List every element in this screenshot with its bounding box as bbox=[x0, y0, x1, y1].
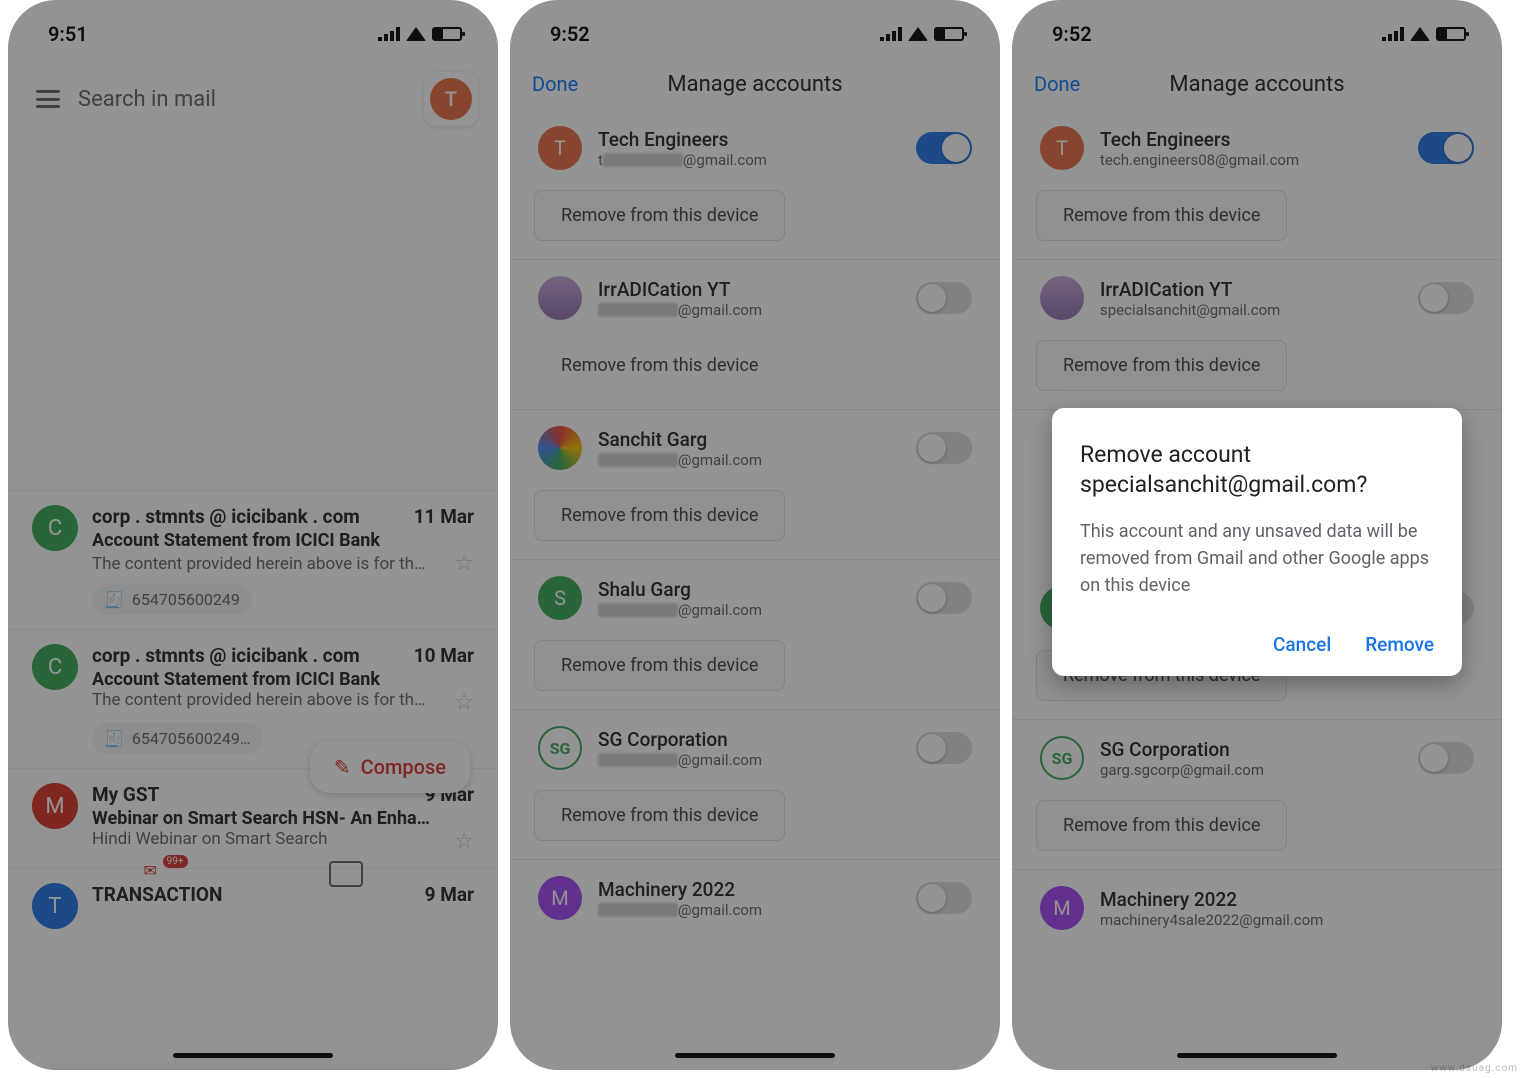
status-bar: 9:52 bbox=[510, 0, 1000, 54]
remove-device-button[interactable]: Remove from this device bbox=[534, 340, 785, 391]
account-toggle[interactable] bbox=[916, 882, 972, 914]
account-avatar bbox=[538, 276, 582, 320]
battery-icon bbox=[934, 27, 964, 41]
phone-screen-2: 9:52 Done Manage accounts T Tech Enginee… bbox=[510, 0, 1000, 1070]
account-row[interactable]: IrrADICation YT@gmail.com bbox=[530, 260, 980, 336]
account-avatar bbox=[1040, 276, 1084, 320]
compose-button[interactable]: ✎ Compose bbox=[310, 741, 470, 793]
watermark: www.dsuag.com bbox=[1431, 1063, 1518, 1074]
mail-tab-icon[interactable]: ✉99+ bbox=[144, 861, 178, 887]
phone-screen-3: 9:52 Done Manage accounts T Tech Enginee… bbox=[1012, 0, 1502, 1070]
remove-device-button[interactable]: Remove from this device bbox=[534, 790, 785, 841]
dialog-message: This account and any unsaved data will b… bbox=[1080, 518, 1434, 599]
page-title: Manage accounts bbox=[510, 72, 1000, 97]
avatar-letter: T bbox=[430, 78, 472, 120]
account-avatar: S bbox=[538, 576, 582, 620]
account-avatar: M bbox=[1040, 886, 1084, 930]
account-row[interactable]: SG SG Corporationgarg.sgcorp@gmail.com bbox=[1032, 720, 1482, 796]
account-avatar bbox=[538, 426, 582, 470]
attachment-chip[interactable]: 🧾654705600249 bbox=[92, 584, 252, 615]
account-avatar: T bbox=[538, 126, 582, 170]
meet-tab-icon[interactable] bbox=[329, 861, 363, 887]
account-toggle[interactable] bbox=[1418, 282, 1474, 314]
phone-screen-1: 9:51 Search in mail T C bbox=[8, 0, 498, 1070]
signal-icon bbox=[378, 27, 400, 41]
home-indicator bbox=[1177, 1053, 1337, 1058]
attachment-chip[interactable]: 🧾654705600249… bbox=[92, 723, 263, 754]
remove-device-button[interactable]: Remove from this device bbox=[534, 490, 785, 541]
mail-from: corp . stmnts @ icicibank . com11 Mar bbox=[92, 505, 474, 528]
nav-header: Done Manage accounts bbox=[510, 54, 1000, 110]
star-icon[interactable]: ☆ bbox=[454, 690, 474, 715]
status-time: 9:52 bbox=[550, 22, 590, 46]
remove-device-button[interactable]: Remove from this device bbox=[534, 640, 785, 691]
file-icon: 🧾 bbox=[104, 729, 124, 748]
sender-avatar: C bbox=[32, 644, 78, 690]
search-placeholder: Search in mail bbox=[78, 87, 406, 112]
dialog-title: Remove account specialsanchit@gmail.com? bbox=[1080, 440, 1434, 500]
battery-icon bbox=[432, 27, 462, 41]
account-row[interactable]: SG SG Corporation@gmail.com bbox=[530, 710, 980, 786]
account-row[interactable]: M Machinery 2022machinery4sale2022@gmail… bbox=[1032, 870, 1482, 946]
account-toggle[interactable] bbox=[916, 432, 972, 464]
status-icons bbox=[378, 27, 462, 41]
status-bar: 9:51 bbox=[8, 0, 498, 54]
star-icon[interactable]: ☆ bbox=[454, 551, 474, 576]
account-toggle[interactable] bbox=[1418, 742, 1474, 774]
remove-device-button[interactable]: Remove from this device bbox=[1036, 800, 1287, 851]
pencil-icon: ✎ bbox=[334, 755, 351, 779]
account-row[interactable]: T Tech Engineerstech.engineers08@gmail.c… bbox=[1032, 110, 1482, 186]
page-title: Manage accounts bbox=[1012, 72, 1502, 97]
signal-icon bbox=[880, 27, 902, 41]
sender-avatar: M bbox=[32, 783, 78, 829]
remove-device-button[interactable]: Remove from this device bbox=[1036, 340, 1287, 391]
home-indicator bbox=[675, 1053, 835, 1058]
account-row[interactable]: S Shalu Garg@gmail.com bbox=[530, 560, 980, 636]
bottom-nav: ✉99+ bbox=[8, 843, 498, 905]
file-icon: 🧾 bbox=[104, 590, 124, 609]
mail-item[interactable]: C corp . stmnts @ icicibank . com11 Mar … bbox=[8, 490, 498, 629]
home-indicator bbox=[173, 1053, 333, 1058]
remove-account-dialog: Remove account specialsanchit@gmail.com?… bbox=[1052, 408, 1462, 676]
battery-icon bbox=[1436, 27, 1466, 41]
remove-device-button[interactable]: Remove from this device bbox=[534, 190, 785, 241]
search-bar[interactable]: Search in mail T bbox=[8, 54, 498, 140]
status-time: 9:52 bbox=[1052, 22, 1092, 46]
account-row[interactable]: IrrADICation YTspecialsanchit@gmail.com bbox=[1032, 260, 1482, 336]
sender-avatar: C bbox=[32, 505, 78, 551]
signal-icon bbox=[1382, 27, 1404, 41]
status-bar: 9:52 bbox=[1012, 0, 1502, 54]
account-row[interactable]: T Tech Engineerst@gmail.com bbox=[530, 110, 980, 186]
account-avatar: SG bbox=[1040, 736, 1084, 780]
nav-header: Done Manage accounts bbox=[1012, 54, 1502, 110]
profile-avatar-button[interactable]: T bbox=[424, 72, 478, 126]
account-toggle[interactable] bbox=[916, 132, 972, 164]
account-toggle[interactable] bbox=[1418, 132, 1474, 164]
menu-icon[interactable] bbox=[36, 90, 60, 108]
cancel-button[interactable]: Cancel bbox=[1273, 633, 1331, 656]
account-avatar: M bbox=[538, 876, 582, 920]
mail-subject: Account Statement from ICICI Bank bbox=[92, 530, 474, 551]
account-toggle[interactable] bbox=[916, 282, 972, 314]
account-row[interactable]: Sanchit Garg@gmail.com bbox=[530, 410, 980, 486]
remove-device-button[interactable]: Remove from this device bbox=[1036, 190, 1287, 241]
account-row[interactable]: M Machinery 2022@gmail.com bbox=[530, 860, 980, 936]
wifi-icon bbox=[908, 27, 928, 41]
account-toggle[interactable] bbox=[916, 732, 972, 764]
account-avatar: T bbox=[1040, 126, 1084, 170]
account-avatar: SG bbox=[538, 726, 582, 770]
account-toggle[interactable] bbox=[916, 582, 972, 614]
mail-preview: The content provided herein above is for… bbox=[92, 554, 425, 574]
wifi-icon bbox=[1410, 27, 1430, 41]
status-time: 9:51 bbox=[48, 22, 88, 46]
remove-button[interactable]: Remove bbox=[1365, 633, 1434, 656]
wifi-icon bbox=[406, 27, 426, 41]
